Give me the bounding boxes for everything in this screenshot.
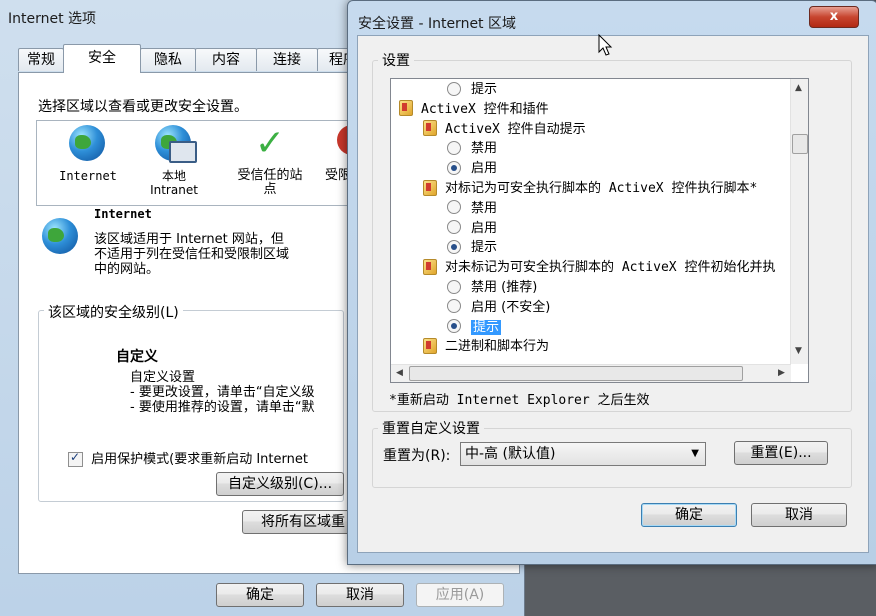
close-button[interactable]: x — [809, 6, 859, 28]
settings-category[interactable]: ActiveX 控件自动提示 — [423, 120, 586, 140]
radio-button-icon[interactable] — [447, 279, 461, 294]
settings-folder-icon — [423, 179, 437, 196]
chevron-down-icon: ▼ — [691, 448, 699, 459]
tab-security[interactable]: 安全 — [63, 44, 141, 73]
tab-content[interactable]: 内容 — [195, 48, 257, 71]
radio-option[interactable]: 提示 — [447, 238, 497, 258]
zone-list[interactable]: Internet 本地 Intranet ✓ 受信任的站 点 受限 — [36, 120, 398, 206]
zone-description: 该区域适用于 Internet 网站，但 不适用于列在受信任和受限制区域 中的网… — [94, 232, 290, 277]
settings-folder-icon — [423, 337, 437, 354]
tree-item-label: ActiveX 控件和插件 — [421, 101, 549, 117]
radio-option[interactable]: 提示 — [447, 318, 502, 338]
settings-tree[interactable]: 提示 ActiveX 控件和插件 ActiveX 控件自动提示 禁用 启用 对标记为可安全… — [390, 78, 809, 383]
checkmark-icon: ✓ — [254, 123, 286, 164]
cancel-button[interactable]: 取消 — [316, 583, 404, 607]
tree-item-label: 提示 — [471, 240, 498, 256]
scroll-left-arrow[interactable]: ◀ — [396, 368, 403, 378]
custom-level-button[interactable]: 自定义级别(C)... — [216, 472, 344, 496]
vertical-scroll-thumb[interactable] — [792, 134, 808, 154]
tree-item-label: 对标记为可安全执行脚本的 ActiveX 控件执行脚本* — [445, 181, 758, 196]
zone-name: Internet — [94, 207, 152, 221]
reset-group-label: 重置自定义设置 — [378, 418, 484, 438]
security-level-name: 自定义 — [116, 349, 158, 365]
zone-instruction: 选择区域以查看或更改安全设置。 — [38, 99, 248, 115]
zone-local-intranet[interactable]: 本地 Intranet — [137, 125, 211, 197]
vertical-scrollbar[interactable]: ▲ ▼ — [790, 79, 808, 364]
tree-item-label: 二进制和脚本行为 — [445, 339, 550, 355]
level-desc-line-3: - 要使用推荐的设置，请单击“默 — [130, 400, 315, 415]
settings-category[interactable]: 对标记为可安全执行脚本的 ActiveX 控件执行脚本* — [423, 179, 757, 199]
reset-level-value: 中-高 (默认值) — [465, 446, 556, 462]
reset-all-zones-button[interactable]: 将所有区域重 — [242, 510, 352, 534]
settings-label: 设置 — [378, 50, 414, 70]
settings-folder-icon — [399, 100, 413, 117]
apply-button[interactable]: 应用(A) — [416, 583, 504, 607]
zone-internet[interactable]: Internet — [51, 125, 125, 183]
restart-note: *重新启动 Internet Explorer 之后生效 — [389, 393, 650, 408]
radio-button-icon[interactable] — [447, 299, 461, 314]
tree-item-label: ActiveX 控件自动提示 — [445, 121, 586, 137]
radio-button-icon[interactable] — [447, 81, 461, 96]
radio-button-icon[interactable] — [447, 220, 461, 235]
tree-item-label: 提示 — [471, 82, 498, 97]
radio-option[interactable]: 禁用 — [447, 199, 497, 219]
dialog-ok-button[interactable]: 确定 — [641, 503, 737, 527]
zone-trusted-sites[interactable]: ✓ 受信任的站 点 — [233, 125, 307, 197]
tab-general[interactable]: 常规 — [18, 48, 64, 71]
horizontal-scroll-thumb[interactable] — [409, 366, 743, 381]
scroll-down-arrow[interactable]: ▼ — [795, 346, 802, 356]
scroll-right-arrow[interactable]: ▶ — [778, 368, 785, 378]
radio-option[interactable]: 启用 (不安全) — [447, 298, 550, 318]
reset-button[interactable]: 重置(E)... — [734, 441, 828, 465]
computer-icon — [169, 141, 197, 163]
ok-button[interactable]: 确定 — [216, 583, 304, 607]
tab-privacy[interactable]: 隐私 — [140, 48, 196, 71]
tree-item-label: 对未标记为可安全执行脚本的 ActiveX 控件初始化并执 — [445, 260, 776, 276]
tab-connections[interactable]: 连接 — [256, 48, 318, 71]
radio-option[interactable]: 启用 — [447, 219, 497, 239]
settings-folder-icon — [423, 258, 437, 275]
tree-item-label: 禁用 — [471, 141, 498, 157]
radio-button-icon[interactable] — [447, 160, 461, 175]
tree-item-label: 禁用 — [471, 200, 498, 216]
settings-category[interactable]: 二进制和脚本行为 — [423, 337, 549, 357]
scroll-up-arrow[interactable]: ▲ — [795, 83, 802, 93]
dialog-cancel-button[interactable]: 取消 — [751, 503, 847, 527]
settings-category[interactable]: 对未标记为可安全执行脚本的 ActiveX 控件初始化并执 — [423, 258, 775, 278]
radio-button-icon[interactable] — [447, 140, 461, 155]
radio-button-icon[interactable] — [447, 239, 461, 254]
tree-item-label: 启用 — [471, 220, 498, 236]
tree-item-label: 启用 — [471, 161, 498, 177]
radio-option[interactable]: 提示 — [447, 80, 497, 100]
protected-mode-label: 启用保护模式(要求重新启动 Internet — [91, 452, 308, 467]
radio-option[interactable]: 禁用 (推荐) — [447, 278, 537, 298]
window-title: Internet 选项 — [8, 11, 97, 27]
horizontal-scrollbar[interactable]: ◀ ▶ — [391, 364, 791, 382]
reset-level-select[interactable]: 中-高 (默认值) ▼ — [460, 442, 706, 466]
dialog-title: 安全设置 - Internet 区域 — [358, 16, 516, 32]
mouse-cursor-icon — [598, 34, 613, 56]
internet-zone-icon — [42, 218, 78, 254]
security-level-label: 该区域的安全级别(L) — [44, 302, 183, 322]
tree-item-label: 禁用 (推荐) — [471, 280, 538, 295]
protected-mode-row[interactable]: 启用保护模式(要求重新启动 Internet — [68, 448, 308, 467]
settings-category[interactable]: ActiveX 控件和插件 — [399, 100, 549, 120]
tree-item-label: 提示 — [471, 319, 502, 335]
settings-folder-icon — [423, 120, 437, 137]
tree-item-label: 启用 (不安全) — [471, 299, 551, 315]
radio-button-icon[interactable] — [447, 200, 461, 215]
radio-option[interactable]: 禁用 — [447, 139, 497, 159]
radio-button-icon[interactable] — [447, 319, 461, 334]
radio-option[interactable]: 启用 — [447, 159, 497, 179]
protected-mode-checkbox[interactable] — [68, 450, 83, 467]
globe-icon — [69, 125, 105, 161]
reset-to-label: 重置为(R): — [383, 448, 451, 464]
